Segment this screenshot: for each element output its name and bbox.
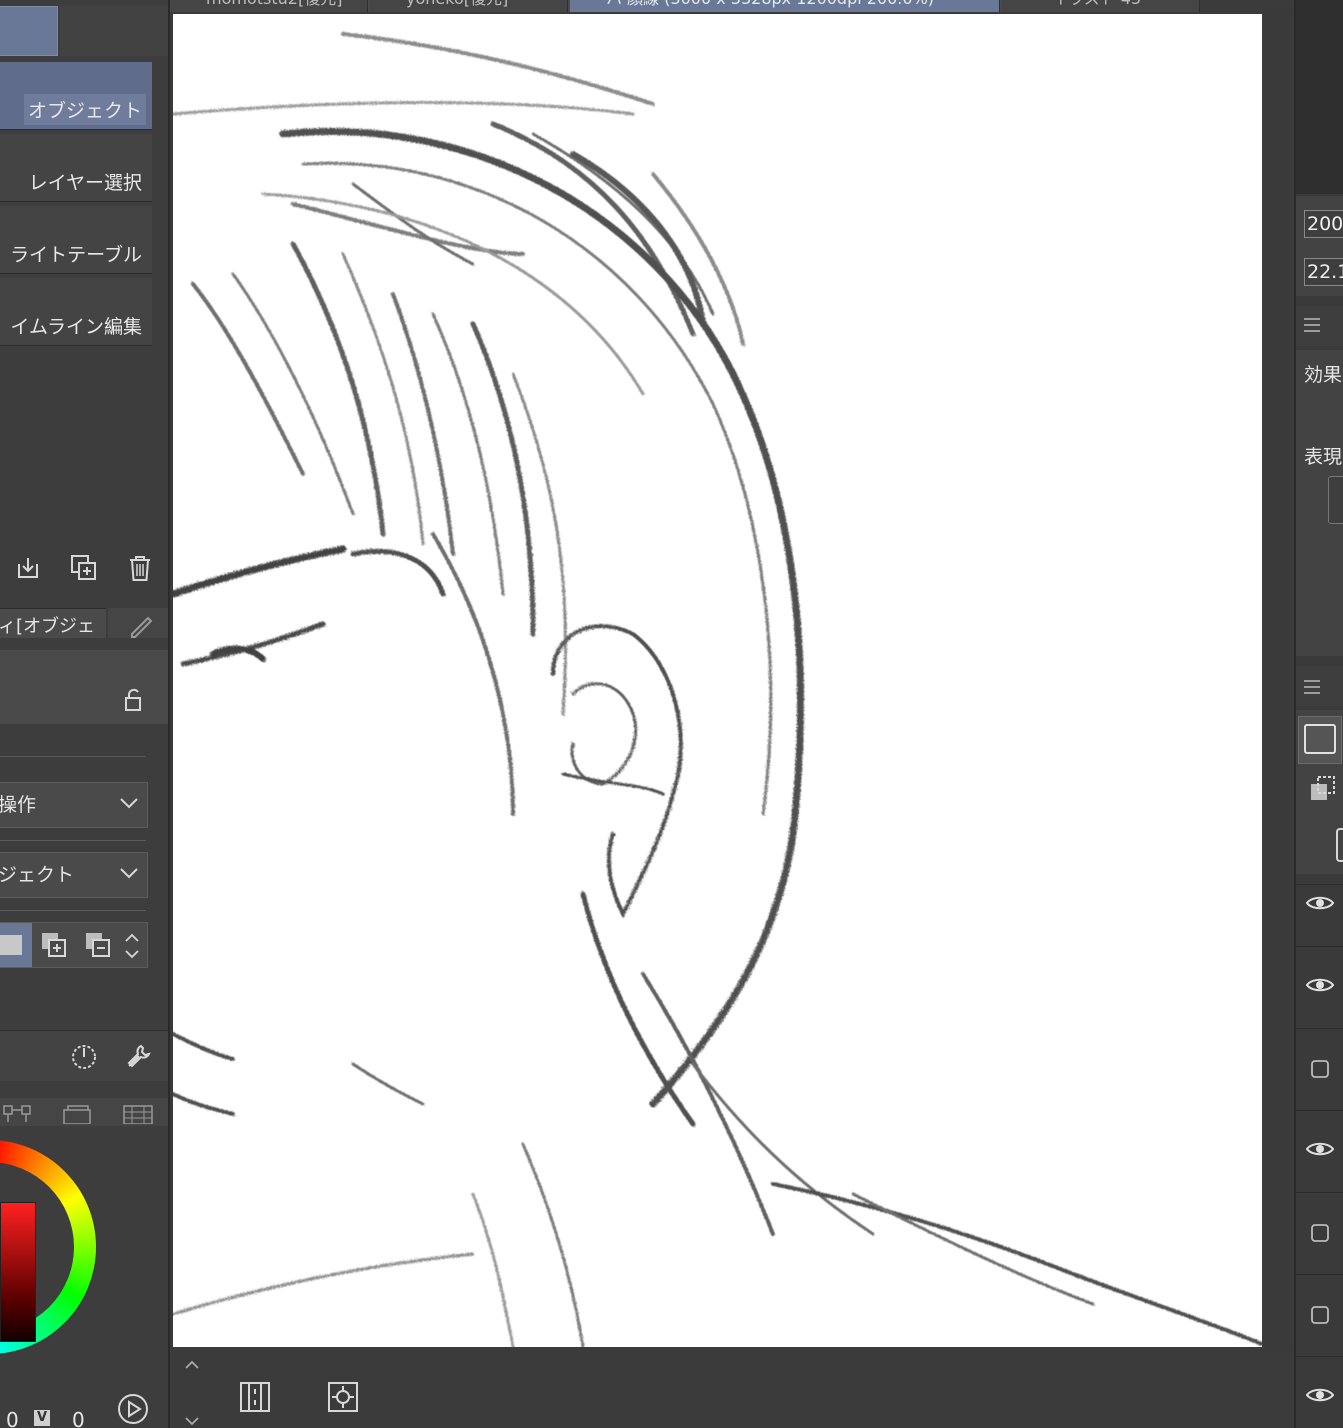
color-value-right: 0 — [72, 1408, 85, 1428]
film-tab-icon[interactable] — [122, 1104, 154, 1124]
layers-tab-icon[interactable] — [62, 1104, 92, 1124]
reset-icon[interactable] — [68, 1041, 100, 1073]
document-tab[interactable]: yoneko[復元] — [370, 0, 568, 12]
canvas-bottom-bar — [170, 1348, 1292, 1428]
value-label: V — [34, 1410, 50, 1426]
divider — [0, 756, 146, 757]
subtool-group-tab-active[interactable] — [0, 6, 58, 56]
brush-icon — [131, 616, 153, 638]
eye-icon[interactable] — [1302, 1380, 1338, 1410]
subtool-item-label: レイヤー選択 — [28, 172, 142, 194]
tool-preview-area — [0, 650, 168, 724]
operation-dropdown-value: 操作 — [0, 794, 37, 816]
document-tab[interactable]: イラスト 45 — [1002, 0, 1200, 12]
panel-header — [1296, 306, 1343, 346]
document-tab-label: ハ 顔線 (3000 x 3328px 1200dpi 200.0%) — [606, 0, 934, 8]
subtract-mode-icon[interactable] — [82, 929, 114, 961]
document-tab-active[interactable]: ハ 顔線 (3000 x 3328px 1200dpi 200.0%) — [570, 0, 1000, 12]
visibility-checkbox[interactable] — [1302, 1054, 1338, 1084]
zoom-field[interactable]: 200 — [1304, 210, 1343, 238]
tool-property-footer — [0, 1030, 168, 1081]
play-icon[interactable] — [116, 1392, 150, 1426]
layer-toolbar — [1296, 710, 1343, 874]
subtool-item-label: ライトテーブル — [10, 244, 142, 266]
node-tab-icon[interactable] — [2, 1104, 34, 1124]
object-dropdown[interactable]: ジェクト — [0, 852, 148, 898]
divider — [0, 840, 146, 841]
panel-header — [1296, 666, 1343, 706]
chevron-down-icon — [119, 853, 139, 897]
tool-property-tab-2[interactable] — [108, 608, 168, 638]
eye-icon[interactable] — [1302, 970, 1338, 1000]
mode-option-selected[interactable] — [0, 923, 32, 967]
subtool-group-tab[interactable] — [60, 6, 168, 56]
layer-tool-icon[interactable] — [1336, 828, 1343, 862]
color-square[interactable] — [0, 1202, 36, 1342]
visibility-checkbox[interactable] — [1302, 1218, 1338, 1248]
expression-label: 表現 — [1304, 446, 1343, 468]
subtool-item-object[interactable]: オブジェクト — [0, 62, 152, 130]
eye-icon[interactable] — [1302, 1134, 1338, 1164]
lock-icon[interactable] — [116, 684, 148, 716]
drawing-canvas[interactable] — [173, 14, 1262, 1347]
document-tab-bar: momotstu2[復元] yoneko[復元] ハ 顔線 (3000 x 33… — [170, 0, 1200, 12]
tool-property-tab[interactable]: ィ[オブジェ — [0, 608, 106, 638]
chevron-down-icon — [119, 783, 139, 827]
navigator-controls: 200 22.1 — [1296, 196, 1343, 296]
subtool-item-light-table[interactable]: ライトテーブル — [0, 206, 152, 274]
mode-selector — [0, 922, 148, 968]
color-panel-tabs — [0, 1098, 168, 1126]
mode-stepper[interactable] — [122, 929, 142, 963]
visibility-checkbox[interactable] — [1302, 1300, 1338, 1330]
subtool-item-layer-select[interactable]: レイヤー選択 — [0, 134, 152, 202]
angle-field[interactable]: 22.1 — [1304, 258, 1343, 286]
trash-icon[interactable] — [124, 552, 156, 584]
chevron-up-down-icon — [125, 933, 139, 959]
copy-layer-icon[interactable] — [1308, 774, 1338, 804]
tool-property-title: ィ[オブジェ — [0, 616, 96, 637]
fit-width-icon[interactable] — [238, 1380, 272, 1414]
effect-label: 効果 — [1304, 364, 1343, 386]
eye-icon[interactable] — [1302, 888, 1338, 918]
divider — [0, 910, 146, 911]
navigator-preview[interactable] — [1296, 0, 1343, 194]
document-tab-label: イラスト 45 — [1052, 0, 1141, 8]
menu-icon[interactable] — [1302, 316, 1322, 334]
subtool-item-label: イムライン編集 — [10, 316, 142, 338]
document-tab[interactable]: momotstu2[復元] — [170, 0, 368, 12]
subtool-item-label: オブジェクト — [23, 94, 146, 125]
subtool-item-timeline-edit[interactable]: イムライン編集 — [0, 278, 152, 346]
document-tab-label: momotstu2[復元] — [206, 0, 342, 8]
operation-dropdown[interactable]: 操作 — [0, 782, 148, 828]
chevron-down-icon[interactable] — [182, 1414, 202, 1428]
sketch-drawing — [173, 32, 1262, 1347]
duplicate-subtool-icon[interactable] — [68, 552, 100, 584]
layer-property-panel: 効果 表現 — [1296, 350, 1343, 656]
wrench-icon[interactable] — [122, 1041, 154, 1073]
menu-icon[interactable] — [1302, 678, 1322, 696]
left-panel: オブジェクト レイヤー選択 ライトテーブル イムライン編集 ィ[オブジェ 操作 — [0, 0, 168, 1428]
fit-screen-icon[interactable] — [326, 1380, 360, 1414]
color-value-left: 0 — [6, 1408, 19, 1428]
expression-dropdown[interactable] — [1328, 476, 1343, 524]
document-tab-label: yoneko[復元] — [406, 0, 508, 8]
right-panel: 200 22.1 効果 表現 — [1294, 0, 1343, 1428]
chevron-up-icon[interactable] — [182, 1358, 202, 1372]
new-layer-icon[interactable] — [1298, 716, 1342, 764]
add-mode-icon[interactable] — [38, 929, 70, 961]
import-icon[interactable] — [12, 552, 44, 584]
object-dropdown-value: ジェクト — [0, 864, 75, 886]
color-panel: 0 V 0 — [0, 1126, 168, 1428]
